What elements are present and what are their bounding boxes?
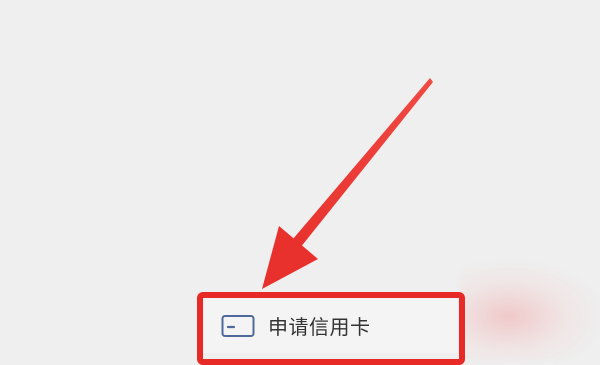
arrow-shaft (287, 78, 433, 253)
screen: 申请信用卡 (0, 0, 600, 365)
arrow-head (262, 226, 318, 289)
blurred-background-edge (460, 262, 600, 361)
highlight-box (197, 292, 465, 365)
